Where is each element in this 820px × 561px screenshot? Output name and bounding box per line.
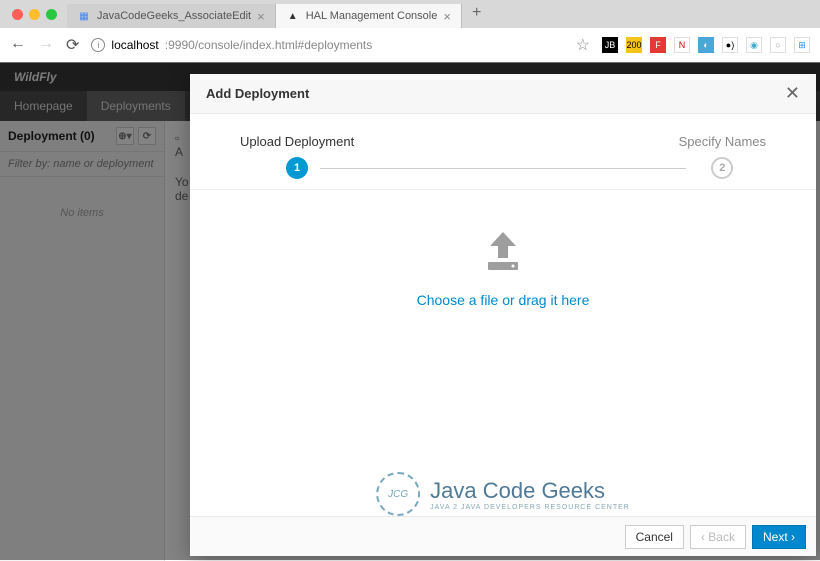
add-deployment-modal: Add Deployment ✕ Upload Deployment 1 Spe… [190, 74, 816, 556]
browser-tab-2[interactable]: ▲ HAL Management Console × [276, 4, 462, 28]
ext-icon[interactable]: ○ [770, 37, 786, 53]
address-bar[interactable]: i localhost :9990/console/index.html#depl… [91, 38, 563, 52]
back-button[interactable]: ‹ Back [690, 525, 746, 549]
wizard-steps: Upload Deployment 1 Specify Names 2 [190, 114, 816, 190]
cancel-button[interactable]: Cancel [625, 525, 684, 549]
ext-icon[interactable]: ●) [722, 37, 738, 53]
browser-toolbar: ← → ⟳ i localhost :9990/console/index.htm… [0, 28, 820, 62]
choose-file-link[interactable]: Choose a file or drag it here [417, 292, 590, 308]
forward-icon[interactable]: → [38, 35, 54, 55]
modal-footer: Cancel ‹ Back Next › [190, 516, 816, 556]
tab-title: HAL Management Console [306, 10, 438, 22]
back-icon[interactable]: ← [10, 35, 26, 55]
url-path: :9990/console/index.html#deployments [165, 38, 372, 52]
bookmark-star-icon[interactable]: ☆ [576, 35, 590, 55]
ext-icon[interactable]: ◐ [698, 37, 714, 53]
watermark-subtitle: Java 2 Java Developers Resource Center [430, 504, 630, 511]
hal-favicon-icon: ▲ [286, 9, 300, 23]
modal-title: Add Deployment [206, 86, 309, 101]
step-number: 1 [286, 157, 308, 179]
close-tab-icon[interactable]: × [257, 9, 265, 24]
step-specify-names[interactable]: Specify Names 2 [679, 134, 766, 179]
tab-title: JavaCodeGeeks_AssociateEdit [97, 10, 251, 22]
minimize-window-icon[interactable] [29, 9, 40, 20]
ext-icon[interactable]: F [650, 37, 666, 53]
step-label: Upload Deployment [240, 134, 354, 149]
step-connector [320, 168, 686, 169]
reload-icon[interactable]: ⟳ [66, 35, 79, 55]
modal-header: Add Deployment ✕ [190, 74, 816, 114]
window-controls [4, 9, 67, 28]
jcg-logo-icon: JCG [376, 472, 420, 516]
ext-icon[interactable]: 200 [626, 37, 642, 53]
tab-bar: ▦ JavaCodeGeeks_AssociateEdit × ▲ HAL Ma… [0, 0, 820, 28]
ext-icon[interactable]: N [674, 37, 690, 53]
ext-icon[interactable]: ⊞ [794, 37, 810, 53]
file-drop-area[interactable]: Choose a file or drag it here [190, 190, 816, 516]
step-upload[interactable]: Upload Deployment 1 [240, 134, 354, 179]
extension-icons: JB 200 F N ◐ ●) ◉ ○ ⊞ [602, 37, 810, 53]
browser-chrome: ▦ JavaCodeGeeks_AssociateEdit × ▲ HAL Ma… [0, 0, 820, 63]
site-info-icon[interactable]: i [91, 38, 105, 52]
close-window-icon[interactable] [12, 9, 23, 20]
nav-arrows: ← → ⟳ [10, 35, 79, 55]
browser-tab-1[interactable]: ▦ JavaCodeGeeks_AssociateEdit × [67, 4, 276, 28]
new-tab-button[interactable]: + [462, 4, 491, 28]
url-host: localhost [111, 38, 158, 52]
upload-icon [478, 230, 528, 274]
watermark: JCG Java Code Geeks Java 2 Java Develope… [376, 472, 630, 516]
step-label: Specify Names [679, 134, 766, 149]
ext-icon[interactable]: ◉ [746, 37, 762, 53]
docs-favicon-icon: ▦ [77, 9, 91, 23]
close-icon[interactable]: ✕ [785, 83, 800, 104]
watermark-title: Java Code Geeks [430, 478, 630, 504]
maximize-window-icon[interactable] [46, 9, 57, 20]
ext-icon[interactable]: JB [602, 37, 618, 53]
step-number: 2 [711, 157, 733, 179]
close-tab-icon[interactable]: × [443, 9, 451, 24]
next-button[interactable]: Next › [752, 525, 806, 549]
